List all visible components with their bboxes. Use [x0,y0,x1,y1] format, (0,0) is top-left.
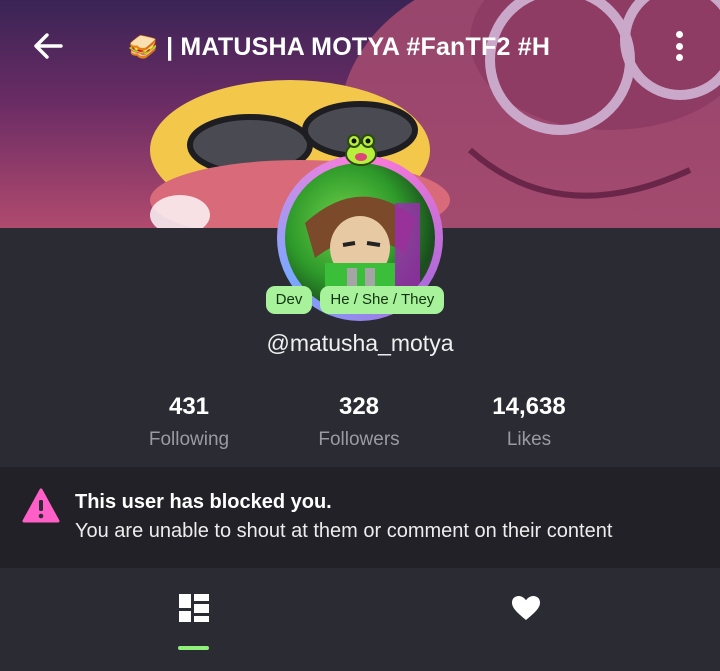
blocked-notice [0,467,720,568]
stat-following[interactable]: 431 Following [104,393,274,451]
more-vertical-icon [675,31,683,38]
stat-label: Following [148,429,230,450]
top-app-bar: 🥪 | MATUSHA MOTYA #FanTF2 #H [0,0,720,92]
role-badge: Dev [265,286,313,314]
stat-value: 328 [338,393,380,420]
tab-posts[interactable] [14,568,374,648]
blocked-notice-title: This user has blocked you. [75,491,332,513]
frog-decoration-icon [345,134,377,166]
stat-likes[interactable]: 14,638 Likes [444,393,614,451]
page-title: 🥪 | MATUSHA MOTYA #FanTF2 #H [128,30,598,64]
page-title-text: | MATUSHA MOTYA #FanTF2 #H [166,32,551,61]
blocked-notice-text: You are unable to shout at them or comme… [75,520,613,542]
profile-tabs [0,568,720,671]
pronouns-badge: He / She / They [320,286,445,314]
stat-followers[interactable]: 328 Followers [274,393,444,451]
stat-value: 14,638 [492,393,566,420]
username: @matusha_motya [266,330,454,356]
stat-label: Likes [506,429,552,450]
tab-likes[interactable] [346,568,706,648]
profile-stats: 431 Following 328 Followers 14,638 Likes [0,393,720,453]
sandwich-icon: 🥪 [128,33,159,61]
arrow-left-icon [34,33,63,59]
back-button[interactable] [28,26,68,66]
selected-tab-indicator [178,646,209,650]
dashboard-icon [179,594,209,622]
heart-icon [512,596,540,620]
warning-icon [22,488,60,523]
stat-value: 431 [168,393,210,420]
stat-label: Followers [318,429,400,450]
more-options-button[interactable] [664,28,694,64]
profile-badges: Dev He / She / They [0,286,720,314]
